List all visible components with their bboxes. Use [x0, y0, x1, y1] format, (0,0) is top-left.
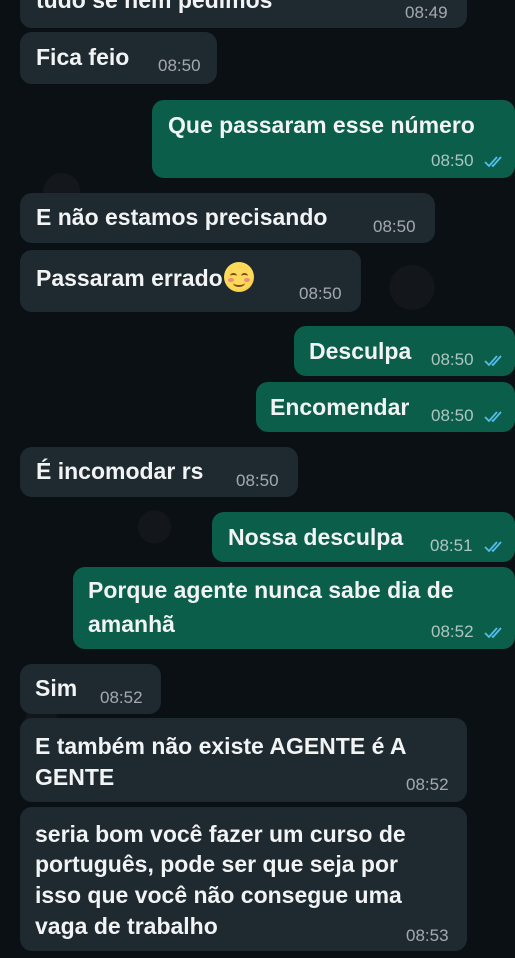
message-text: É incomodar rs [36, 458, 204, 484]
message-text-line: seria bom você fazer um curso de [35, 821, 406, 847]
message-text-line: vaga de trabalho [35, 913, 218, 939]
double-check-icon [484, 411, 502, 423]
message-text: Fica feio [36, 44, 130, 70]
double-check-icon [484, 355, 502, 367]
smiling-blush-emoji [223, 262, 254, 292]
message-bubble-incoming[interactable]: tudo se nem pedimos 08:49 [20, 0, 467, 28]
message-text: Que passaram esse número [168, 112, 475, 138]
message-text: tudo se nem pedimos [36, 0, 273, 13]
message-time: 08:50 [236, 471, 279, 490]
message-time: 08:52 [406, 775, 449, 794]
message-text-line: Porque agente nunca sabe dia de [88, 577, 454, 603]
message-text: E não estamos precisando [36, 204, 328, 230]
message-bubble-incoming[interactable]: E não estamos precisando 08:50 [20, 193, 435, 243]
message-bubble-incoming[interactable]: Sim 08:52 [20, 664, 161, 714]
message-bubble-incoming[interactable]: E também não existe AGENTE é A GENTE 08:… [20, 718, 467, 802]
message-time: 08:50 [431, 406, 474, 425]
message-text-content: Passaram errado [36, 265, 223, 291]
double-check-icon [484, 627, 502, 639]
message-bubble-incoming[interactable]: Passaram errado 08:50 [20, 250, 361, 312]
message-text: Nossa desculpa [228, 524, 404, 550]
message-time: 08:53 [406, 926, 449, 945]
double-check-icon [484, 541, 502, 553]
message-bubble-incoming[interactable]: seria bom você fazer um curso de portugu… [20, 807, 467, 951]
message-time: 08:49 [405, 3, 448, 22]
message-time: 08:50 [431, 350, 474, 369]
message-time: 08:51 [430, 536, 473, 555]
message-time: 08:50 [431, 151, 474, 170]
message-bubble-incoming[interactable]: É incomodar rs 08:50 [20, 447, 298, 497]
message-bubble-outgoing[interactable]: Porque agente nunca sabe dia de amanhã 0… [73, 567, 515, 649]
message-text-line: amanhã [88, 611, 175, 637]
message-bubble-outgoing[interactable]: Desculpa 08:50 [294, 326, 515, 376]
message-text: Desculpa [309, 338, 412, 364]
message-text: Sim [35, 675, 78, 701]
message-time: 08:50 [373, 217, 416, 236]
message-time: 08:52 [431, 622, 474, 641]
message-text-line: GENTE [35, 764, 115, 790]
message-text: Encomendar [270, 394, 410, 420]
message-time: 08:50 [299, 284, 342, 303]
message-text-line: português, pode ser que seja por [35, 851, 398, 877]
message-text-line: isso que você não consegue uma [35, 882, 402, 908]
message-text: Passaram errado [36, 262, 254, 294]
message-bubble-outgoing[interactable]: Encomendar 08:50 [256, 382, 515, 432]
message-bubble-incoming[interactable]: Fica feio 08:50 [20, 32, 217, 84]
message-bubble-outgoing[interactable]: Que passaram esse número 08:50 [152, 100, 515, 178]
double-check-icon [484, 156, 502, 168]
message-bubble-outgoing[interactable]: Nossa desculpa 08:51 [212, 512, 515, 562]
message-time: 08:52 [100, 688, 143, 707]
message-time: 08:50 [158, 56, 201, 75]
message-text-line: E também não existe AGENTE é A [35, 733, 407, 759]
